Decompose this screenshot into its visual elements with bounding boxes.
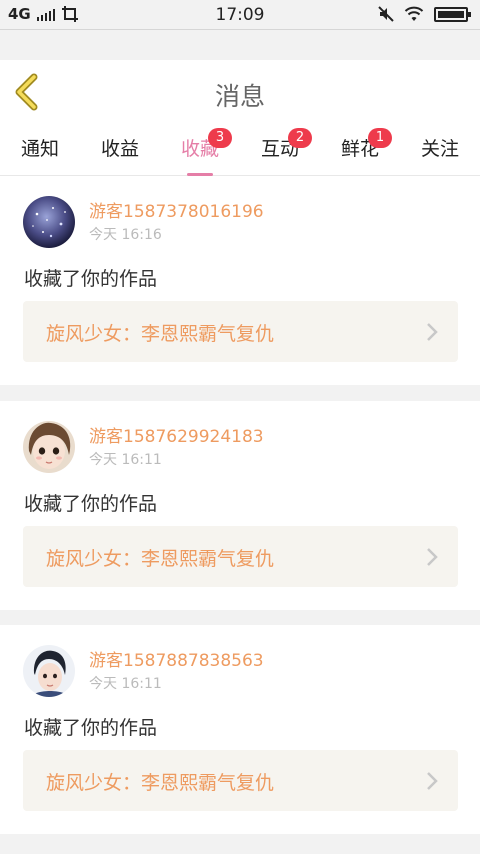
user-name[interactable]: 游客1587887838563 bbox=[89, 646, 264, 671]
work-title: 旋风少女：李恩熙霸气复仇 bbox=[46, 772, 275, 794]
user-name[interactable]: 游客1587629924183 bbox=[89, 422, 264, 447]
work-link[interactable]: 旋风少女：李恩熙霸气复仇 bbox=[23, 301, 458, 362]
flowers-badge: 1 bbox=[368, 128, 392, 148]
tab-notifications[interactable]: 通知 bbox=[0, 134, 80, 161]
user-name[interactable]: 游客1587378016196 bbox=[89, 197, 264, 222]
message-time: 今天 16:16 bbox=[89, 227, 162, 243]
tab-earnings[interactable]: 收益 bbox=[80, 134, 160, 161]
chevron-right-icon bbox=[427, 548, 438, 566]
avatar[interactable] bbox=[23, 645, 75, 697]
header: 消息 bbox=[0, 60, 480, 124]
favorites-badge: 3 bbox=[208, 128, 232, 148]
avatar[interactable] bbox=[23, 196, 75, 248]
back-arrow-icon bbox=[15, 73, 38, 111]
avatar[interactable] bbox=[23, 421, 75, 473]
tab-label: 关注 bbox=[420, 138, 459, 160]
tab-favorites[interactable]: 收藏 3 bbox=[160, 128, 240, 176]
tab-bar: 通知 收益 收藏 3 互动 2 鲜花 1 关注 bbox=[0, 124, 480, 176]
message-card: 游客1587629924183 今天 16:11 收藏了你的作品 旋风少女：李恩… bbox=[0, 401, 480, 610]
message-time: 今天 16:11 bbox=[89, 676, 162, 692]
message-time: 今天 16:11 bbox=[89, 452, 162, 468]
tab-flowers[interactable]: 鲜花 1 bbox=[320, 128, 400, 161]
wifi-icon bbox=[404, 6, 424, 21]
tab-follows[interactable]: 关注 bbox=[400, 134, 480, 161]
chevron-right-icon bbox=[427, 323, 438, 341]
action-text: 收藏了你的作品 bbox=[24, 493, 158, 515]
message-card: 游客1587378016196 今天 16:16 收藏了你的作品 旋风少女：李恩… bbox=[0, 176, 480, 385]
mute-icon bbox=[378, 6, 394, 22]
work-title: 旋风少女：李恩熙霸气复仇 bbox=[46, 548, 275, 570]
tab-label: 通知 bbox=[20, 138, 59, 160]
status-bar: 4G 17:09 bbox=[0, 0, 480, 30]
interactions-badge: 2 bbox=[288, 128, 312, 148]
tab-label: 收益 bbox=[100, 138, 139, 160]
tab-interactions[interactable]: 互动 2 bbox=[240, 128, 320, 161]
message-card: 游客1587887838563 今天 16:11 收藏了你的作品 旋风少女：李恩… bbox=[0, 625, 480, 834]
action-text: 收藏了你的作品 bbox=[24, 268, 158, 290]
work-link[interactable]: 旋风少女：李恩熙霸气复仇 bbox=[23, 750, 458, 811]
battery-icon bbox=[434, 6, 471, 22]
work-title: 旋风少女：李恩熙霸气复仇 bbox=[46, 323, 275, 345]
status-right bbox=[378, 6, 471, 22]
page-title: 消息 bbox=[214, 82, 265, 111]
chevron-right-icon bbox=[427, 772, 438, 790]
back-button[interactable] bbox=[10, 72, 50, 112]
work-link[interactable]: 旋风少女：李恩熙霸气复仇 bbox=[23, 526, 458, 587]
action-text: 收藏了你的作品 bbox=[24, 717, 158, 739]
